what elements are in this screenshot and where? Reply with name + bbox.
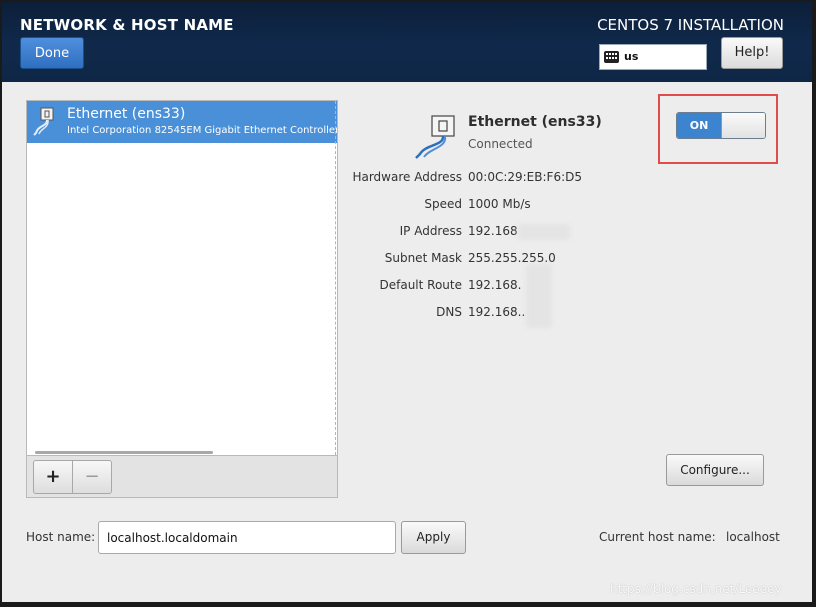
default-route-value: 192.168.	[468, 278, 522, 292]
hardware-address-value: 00:0C:29:EB:F6:D5	[468, 170, 582, 184]
done-button[interactable]: Done	[20, 37, 84, 69]
ethernet-cable-icon	[415, 115, 455, 159]
installation-title: CENTOS 7 INSTALLATION	[597, 16, 784, 34]
list-item-subtitle: Intel Corporation 82545EM Gigabit Ethern…	[67, 125, 338, 136]
current-hostname-value: localhost	[726, 530, 780, 544]
anaconda-window: NETWORK & HOST NAME Done CENTOS 7 INSTAL…	[2, 2, 812, 602]
apply-hostname-button[interactable]: Apply	[401, 521, 466, 554]
hostname-label: Host name:	[26, 530, 96, 544]
subnet-mask-label: Subnet Mask	[384, 251, 462, 265]
keyboard-layout-label: us	[624, 50, 639, 63]
ip-address-value: 192.168	[468, 224, 518, 238]
device-status: Connected	[468, 137, 533, 151]
speed-label: Speed	[424, 197, 462, 211]
remove-device-button[interactable]: −	[72, 460, 112, 494]
list-item-title: Ethernet (ens33)	[67, 106, 186, 122]
page-title: NETWORK & HOST NAME	[20, 16, 234, 34]
speed-row: Speed 1000 Mb/s	[332, 197, 752, 217]
ethernet-cable-icon	[33, 107, 54, 136]
help-button[interactable]: Help!	[721, 37, 783, 69]
ip-address-label: IP Address	[399, 224, 462, 238]
hardware-address-label: Hardware Address	[352, 170, 462, 184]
current-hostname-label: Current host name:	[599, 530, 716, 544]
device-name: Ethernet (ens33)	[468, 114, 602, 130]
add-device-button[interactable]: +	[33, 460, 73, 494]
keyboard-layout-indicator[interactable]: us	[599, 44, 707, 70]
configure-button[interactable]: Configure...	[666, 454, 764, 486]
hostname-input[interactable]	[98, 521, 396, 554]
watermark-text: https://blog.csdn.net/Leeeey	[610, 582, 782, 596]
keyboard-icon	[604, 51, 619, 63]
dns-label: DNS	[436, 305, 462, 319]
list-item-ethernet-ens33[interactable]: Ethernet (ens33) Intel Corporation 82545…	[27, 101, 337, 143]
default-route-label: Default Route	[379, 278, 463, 292]
redaction-blur	[526, 264, 552, 328]
redaction-blur	[518, 224, 570, 240]
device-list: Ethernet (ens33) Intel Corporation 82545…	[26, 100, 338, 456]
header-bar: NETWORK & HOST NAME Done CENTOS 7 INSTAL…	[2, 2, 812, 82]
dns-value: 192.168..	[468, 305, 526, 319]
horizontal-scrollbar[interactable]	[35, 451, 213, 454]
subnet-mask-value: 255.255.255.0	[468, 251, 556, 265]
highlight-annotation-box	[658, 94, 778, 164]
hardware-address-row: Hardware Address 00:0C:29:EB:F6:D5	[332, 170, 752, 190]
speed-value: 1000 Mb/s	[468, 197, 531, 211]
device-list-toolbar: + −	[26, 456, 338, 498]
